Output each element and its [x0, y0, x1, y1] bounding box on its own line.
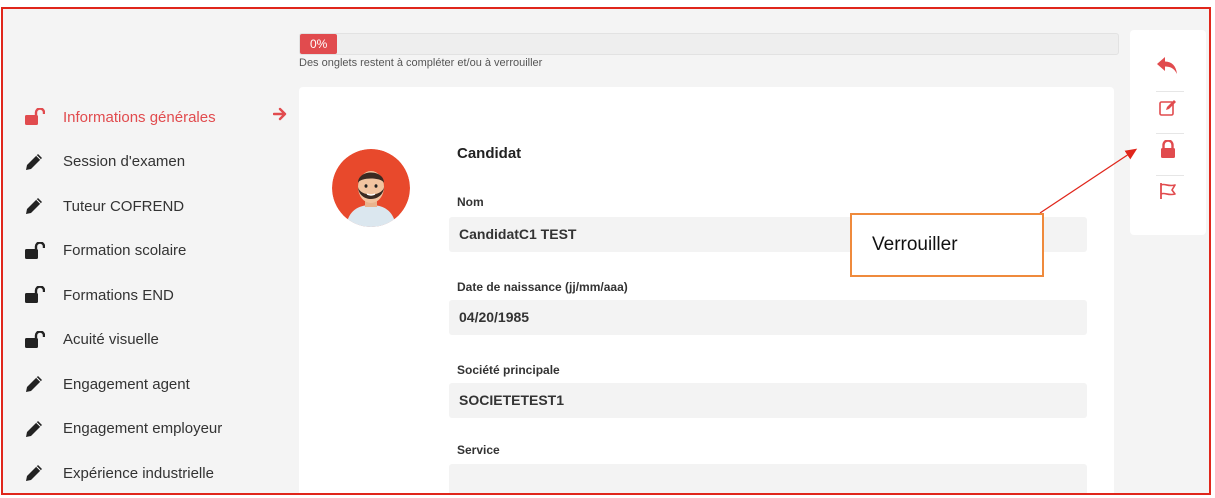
action-toolbar — [1130, 30, 1206, 235]
sidebar-item-formation-scolaire[interactable]: Formation scolaire — [25, 229, 295, 274]
sidebar-nav: Informations générales Session d'examen … — [25, 95, 295, 493]
avatar — [332, 149, 410, 227]
progress-message: Des onglets restent à compléter et/ou à … — [299, 57, 543, 69]
arrow-right-icon — [272, 107, 287, 125]
sidebar-item-session-examen[interactable]: Session d'examen — [25, 140, 295, 185]
sidebar-item-label: Expérience industrielle — [63, 464, 214, 482]
sidebar-item-engagement-agent[interactable]: Engagement agent — [25, 362, 295, 407]
sidebar-item-label: Acuité visuelle — [63, 331, 159, 349]
sidebar-item-engagement-employeur[interactable]: Engagement employeur — [25, 407, 295, 452]
lock-icon — [1160, 138, 1176, 163]
flag-button[interactable] — [1130, 173, 1206, 213]
progress-bar: 0% — [299, 33, 1119, 55]
sidebar-item-label: Engagement agent — [63, 375, 190, 393]
pencil-icon — [25, 197, 63, 215]
sidebar-item-tuteur-cofrend[interactable]: Tuteur COFREND — [25, 184, 295, 229]
unlock-icon — [25, 241, 63, 260]
pencil-icon — [25, 464, 63, 482]
sidebar-item-label: Informations générales — [63, 108, 216, 126]
field-label-service: Service — [457, 443, 500, 457]
field-date-naissance[interactable]: 04/20/1985 — [449, 300, 1087, 335]
section-title: Candidat — [457, 145, 522, 162]
unlock-icon — [25, 330, 63, 349]
sidebar-item-experience-industrielle[interactable]: Expérience industrielle — [25, 451, 295, 493]
sidebar-item-acuite-visuelle[interactable]: Acuité visuelle — [25, 318, 295, 363]
pencil-icon — [25, 153, 63, 171]
unlock-icon — [25, 108, 63, 126]
field-label-date-naissance: Date de naissance (jj/mm/aaa) — [457, 280, 628, 294]
reply-icon — [1157, 56, 1179, 80]
field-label-societe: Société principale — [457, 363, 560, 377]
progress-section: 0% Des onglets restent à compléter et/ou… — [299, 33, 1119, 69]
back-button[interactable] — [1130, 48, 1206, 88]
candidate-form-card: Candidat Nom CandidatC1 TEST Date de nai… — [299, 87, 1114, 493]
progress-percent-badge: 0% — [300, 34, 338, 54]
unlock-icon — [25, 286, 63, 304]
edit-button[interactable] — [1130, 90, 1206, 130]
pencil-icon — [25, 420, 63, 438]
field-label-nom: Nom — [457, 195, 484, 209]
field-societe[interactable]: SOCIETETEST1 — [449, 383, 1087, 418]
annotation-label: Verrouiller — [850, 213, 1044, 277]
sidebar-item-informations-generales[interactable]: Informations générales — [25, 95, 295, 140]
sidebar-item-formations-end[interactable]: Formations END — [25, 273, 295, 318]
sidebar-item-label: Tuteur COFREND — [63, 197, 185, 215]
flag-icon — [1159, 182, 1177, 205]
sidebar-item-label: Session d'examen — [63, 153, 186, 171]
lock-button[interactable] — [1130, 131, 1206, 171]
edit-icon — [1159, 99, 1177, 122]
pencil-icon — [25, 375, 63, 393]
field-service[interactable] — [449, 464, 1087, 493]
sidebar-item-label: Engagement employeur — [63, 420, 223, 438]
sidebar-item-label: Formations END — [63, 286, 174, 304]
sidebar-item-label: Formation scolaire — [63, 242, 187, 260]
